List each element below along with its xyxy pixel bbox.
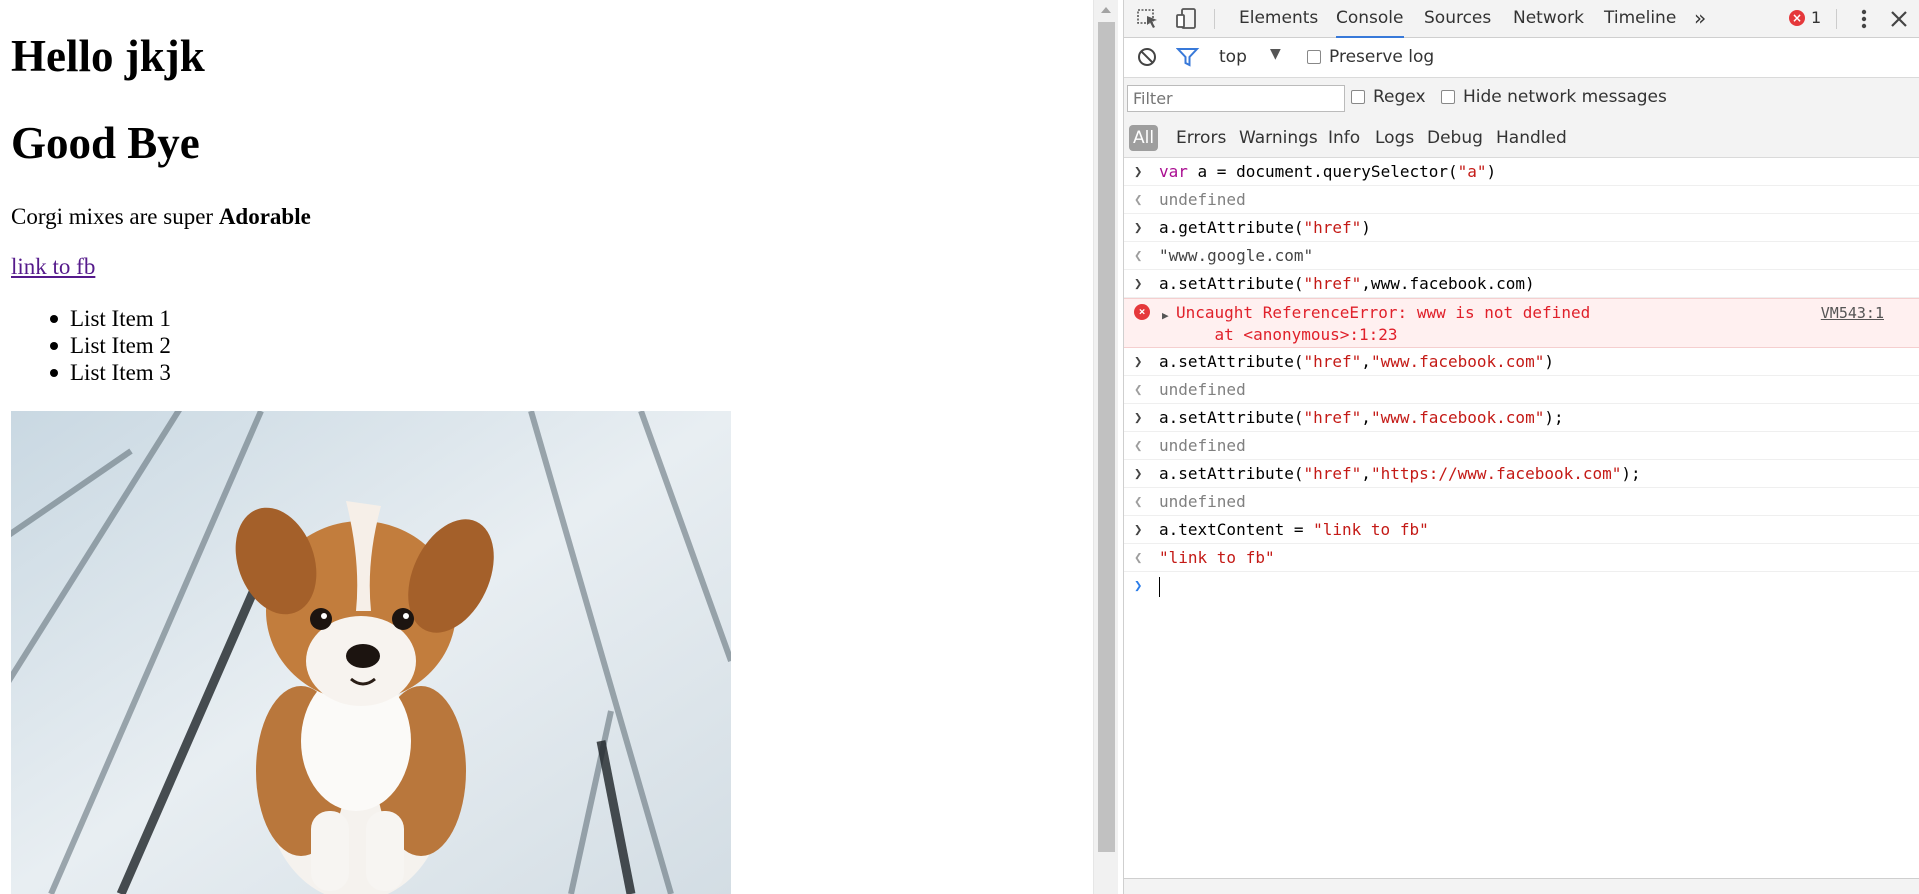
filter-input[interactable] xyxy=(1127,85,1345,112)
level-errors[interactable]: Errors xyxy=(1176,125,1226,151)
puppy-photo xyxy=(11,411,731,894)
paragraph-bold: Adorable xyxy=(218,204,311,229)
input-chevron-icon: ❯ xyxy=(1134,354,1143,370)
error-count[interactable]: 1 xyxy=(1811,8,1821,27)
console-input-line: ❯ a.setAttribute("href","www.facebook.com… xyxy=(1124,404,1919,432)
heading-goodbye: Good Bye xyxy=(11,118,200,168)
regex-label: Regex xyxy=(1373,87,1426,107)
result-arrow-icon: ❮ xyxy=(1134,438,1143,454)
filter-bar: Regex Hide network messages xyxy=(1124,78,1919,118)
console-result-line: ❮ undefined xyxy=(1124,488,1919,516)
expand-triangle-icon[interactable]: ▶ xyxy=(1162,305,1169,327)
list-item: List Item 2 xyxy=(50,333,171,358)
result-arrow-icon: ❮ xyxy=(1134,382,1143,398)
text-cursor xyxy=(1159,576,1160,597)
tab-network[interactable]: Network xyxy=(1513,0,1584,38)
list-item: List Item 3 xyxy=(50,360,171,385)
input-chevron-icon: ❯ xyxy=(1134,522,1143,538)
input-chevron-icon: ❯ xyxy=(1134,410,1143,426)
console-prompt[interactable]: ❯ xyxy=(1124,572,1919,600)
devtools-toolbar: Elements Console Sources Network Timelin… xyxy=(1124,0,1919,38)
input-chevron-icon: ❯ xyxy=(1134,276,1143,292)
toolbar-divider xyxy=(1214,9,1215,29)
result-arrow-icon: ❮ xyxy=(1134,550,1143,566)
error-stack: at <anonymous>:1:23 xyxy=(1176,325,1398,344)
error-count-icon[interactable]: × xyxy=(1789,10,1805,26)
level-all[interactable]: All xyxy=(1129,125,1159,151)
error-source-link[interactable]: VM543:1 xyxy=(1821,302,1884,324)
page-scrollbar[interactable] xyxy=(1093,0,1118,894)
console-input-line: ❯ a.setAttribute("href","https://www.face… xyxy=(1124,460,1919,488)
close-icon[interactable] xyxy=(1887,8,1911,30)
level-handled[interactable]: Handled xyxy=(1496,125,1567,151)
inspect-element-icon[interactable] xyxy=(1136,8,1160,30)
tab-console[interactable]: Console xyxy=(1336,0,1404,38)
clear-console-icon[interactable] xyxy=(1136,46,1160,68)
console-input-line: ❯ a.textContent = "link to fb" xyxy=(1124,516,1919,544)
tab-sources[interactable]: Sources xyxy=(1424,0,1491,38)
console-result-line: ❮ "link to fb" xyxy=(1124,544,1919,572)
level-logs[interactable]: Logs xyxy=(1375,125,1414,151)
level-warnings[interactable]: Warnings xyxy=(1239,125,1318,151)
context-selector[interactable]: top xyxy=(1219,47,1247,67)
prompt-chevron-icon: ❯ xyxy=(1134,578,1143,594)
toolbar-divider xyxy=(1836,9,1837,29)
tab-elements[interactable]: Elements xyxy=(1239,0,1318,38)
device-toolbar-icon[interactable] xyxy=(1174,8,1198,30)
console-toolbar: top ▼ Preserve log xyxy=(1124,38,1919,78)
filter-icon[interactable] xyxy=(1175,46,1200,68)
scrollbar-thumb[interactable] xyxy=(1098,22,1115,852)
rendered-page: Hello jkjk Good Bye Corgi mixes are supe… xyxy=(0,0,1093,894)
regex-checkbox[interactable] xyxy=(1351,90,1365,104)
devtools-drawer-edge[interactable] xyxy=(1124,878,1919,894)
error-text: Uncaught ReferenceError: www is not defi… xyxy=(1176,303,1591,322)
more-tabs-icon[interactable]: » xyxy=(1694,0,1706,38)
error-icon: × xyxy=(1134,304,1150,320)
console-result-line: ❮ undefined xyxy=(1124,376,1919,404)
level-info[interactable]: Info xyxy=(1328,125,1360,151)
link-to-fb[interactable]: link to fb xyxy=(11,254,95,280)
more-options-icon[interactable] xyxy=(1852,8,1876,30)
tab-timeline[interactable]: Timeline xyxy=(1604,0,1676,38)
devtools-panel: Elements Console Sources Network Timelin… xyxy=(1123,0,1919,894)
hide-network-checkbox[interactable] xyxy=(1441,90,1455,104)
scroll-up-arrow-icon[interactable] xyxy=(1101,7,1111,13)
heading-hello: Hello jkjk xyxy=(11,31,205,81)
console-input-line: ❯ a.getAttribute("href") xyxy=(1124,214,1919,242)
console-input-line: ❯ a.setAttribute("href","www.facebook.com… xyxy=(1124,348,1919,376)
log-levels-bar: All Errors Warnings Info Logs Debug Hand… xyxy=(1124,118,1919,158)
result-arrow-icon: ❮ xyxy=(1134,248,1143,264)
input-chevron-icon: ❯ xyxy=(1134,466,1143,482)
item-list: List Item 1 List Item 2 List Item 3 xyxy=(50,305,171,386)
list-item: List Item 1 xyxy=(50,306,171,331)
console-result-line: ❮ undefined xyxy=(1124,432,1919,460)
chevron-down-icon[interactable]: ▼ xyxy=(1270,46,1281,62)
result-arrow-icon: ❮ xyxy=(1134,192,1143,208)
console-output[interactable]: ❯ var a = document.querySelector("a") ❮ un… xyxy=(1124,158,1919,878)
console-error-message[interactable]: × ▶ Uncaught ReferenceError: www is not de… xyxy=(1124,298,1919,348)
console-result-line: ❮ undefined xyxy=(1124,186,1919,214)
console-input-line: ❯ var a = document.querySelector("a") xyxy=(1124,158,1919,186)
console-result-line: ❮ "www.google.com" xyxy=(1124,242,1919,270)
console-input-line: ❯ a.setAttribute("href",www.facebook.com) xyxy=(1124,270,1919,298)
result-arrow-icon: ❮ xyxy=(1134,494,1143,510)
preserve-log-checkbox[interactable] xyxy=(1307,50,1321,64)
preserve-log-label: Preserve log xyxy=(1329,47,1435,67)
input-chevron-icon: ❯ xyxy=(1134,164,1143,180)
paragraph: Corgi mixes are super Adorable xyxy=(11,204,311,230)
input-chevron-icon: ❯ xyxy=(1134,220,1143,236)
paragraph-text: Corgi mixes are super xyxy=(11,204,219,229)
level-debug[interactable]: Debug xyxy=(1427,125,1483,151)
hide-network-label: Hide network messages xyxy=(1463,87,1667,107)
